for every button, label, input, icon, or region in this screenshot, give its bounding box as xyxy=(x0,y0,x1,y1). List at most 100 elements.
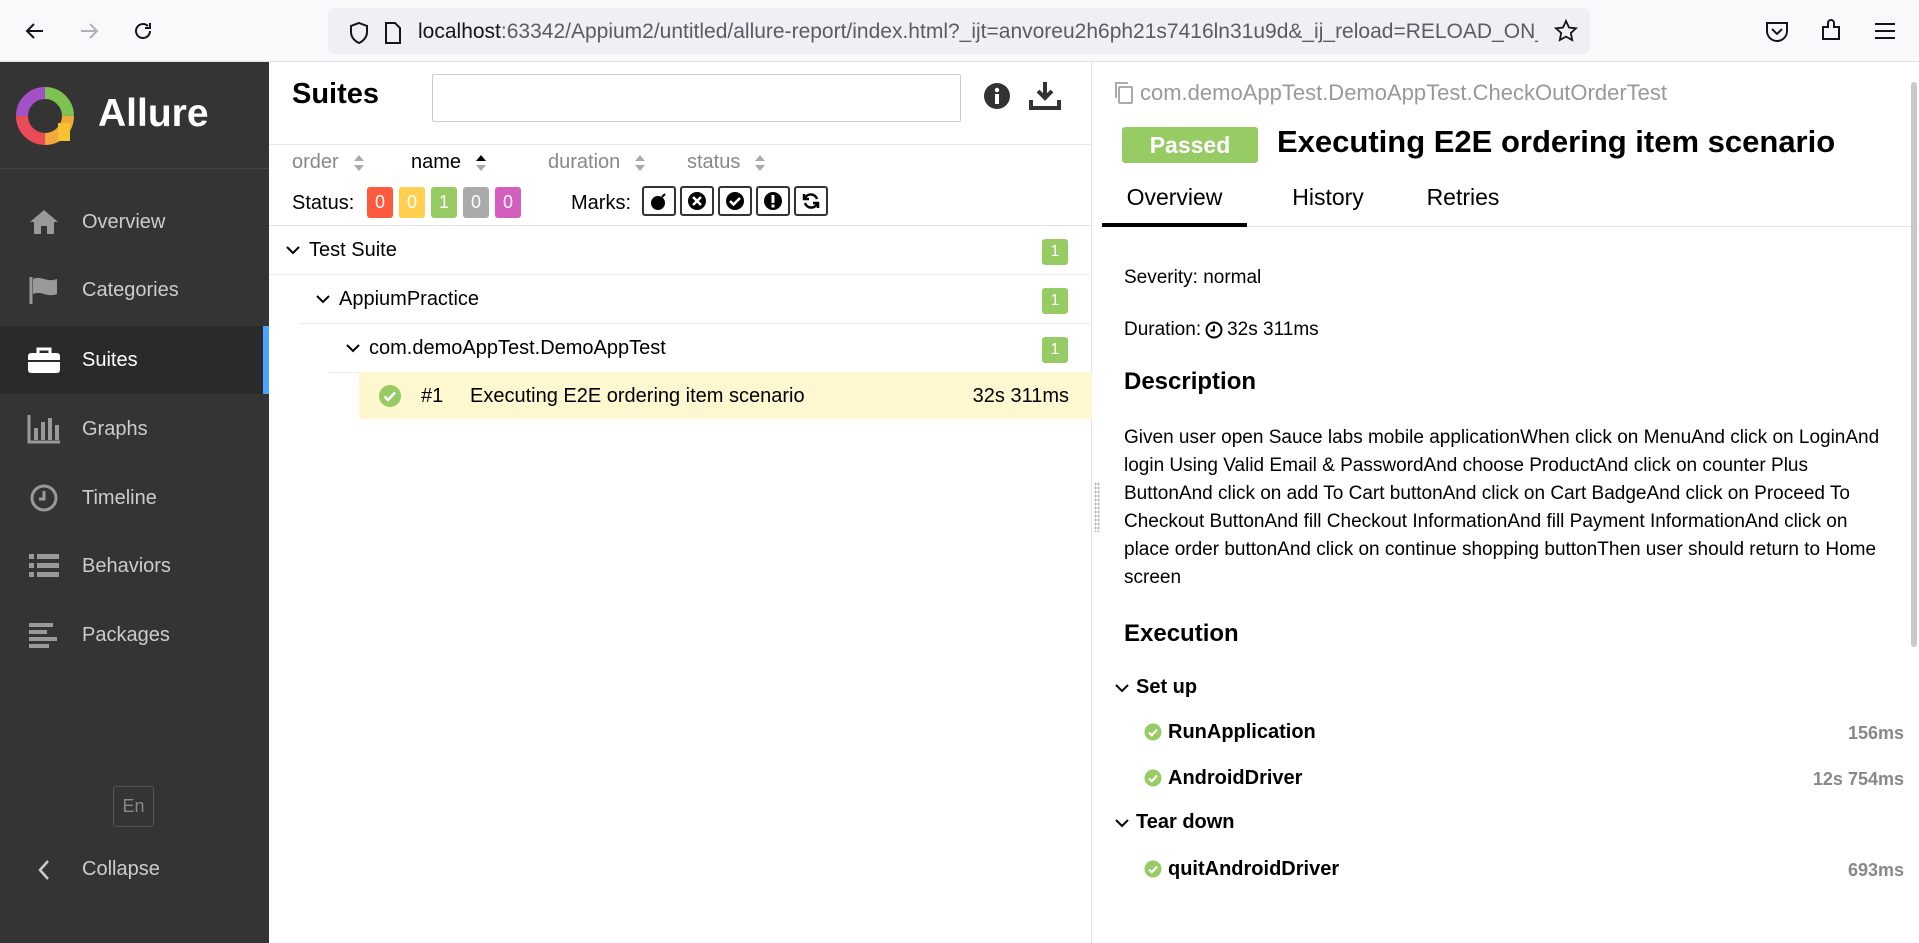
browser-toolbar: localhost:63342/Appium2/untitled/allure-… xyxy=(0,0,1919,62)
sidebar-item-label: Categories xyxy=(82,278,179,301)
sidebar-item-label: Overview xyxy=(82,210,166,233)
test-case-row[interactable]: #1 Executing E2E ordering item scenario … xyxy=(359,372,1092,419)
clock-icon xyxy=(26,480,62,516)
sidebar-item-label: Behaviors xyxy=(82,554,171,577)
info-icon[interactable] xyxy=(983,82,1011,110)
address-bar[interactable]: localhost:63342/Appium2/untitled/allure-… xyxy=(328,8,1590,54)
sidebar-item-timeline[interactable]: Timeline xyxy=(0,464,269,532)
bomb-icon xyxy=(651,193,666,210)
sort-asc-icon xyxy=(476,154,487,171)
tab-retries[interactable]: Retries xyxy=(1402,184,1524,227)
step-row[interactable]: quitAndroidDriver 693ms xyxy=(1144,856,1904,884)
mark-retries-toggle[interactable] xyxy=(794,186,828,216)
collapse-label: Collapse xyxy=(82,858,160,880)
brand-name: Allure xyxy=(98,92,209,135)
url-host: localhost xyxy=(418,20,501,43)
check-circle-icon xyxy=(1144,860,1162,878)
sort-icon xyxy=(755,154,766,171)
sidebar-item-label: Timeline xyxy=(82,486,157,509)
status-badge: Passed xyxy=(1122,127,1258,163)
copy-icon[interactable] xyxy=(1112,81,1134,105)
collapse-button[interactable]: Collapse xyxy=(0,840,269,900)
tree-group-count: 1 xyxy=(1042,288,1068,314)
status-broken-toggle[interactable]: 0 xyxy=(399,187,425,218)
allure-logo-icon xyxy=(16,87,74,145)
sidebar-item-label: Graphs xyxy=(82,417,148,440)
tab-overview[interactable]: Overview xyxy=(1102,184,1247,227)
status-skipped-toggle[interactable]: 0 xyxy=(463,187,489,218)
sort-status-button[interactable]: status xyxy=(687,151,766,174)
sidebar-item-label: Suites xyxy=(82,348,138,371)
status-passed-toggle[interactable]: 1 xyxy=(431,187,457,218)
chevron-left-icon xyxy=(26,852,62,888)
step-duration: 156ms xyxy=(1847,723,1904,743)
mark-flaky-toggle[interactable] xyxy=(642,186,676,216)
menu-icon[interactable] xyxy=(1872,18,1898,44)
briefcase-icon xyxy=(26,342,62,378)
sort-order-button[interactable]: order xyxy=(292,151,365,174)
tree-group-appium-practice[interactable]: AppiumPractice 1 xyxy=(299,275,1092,324)
pocket-icon[interactable] xyxy=(1764,18,1790,44)
teardown-stage-toggle[interactable]: Tear down xyxy=(1114,811,1235,834)
sidebar-item-label: Packages xyxy=(82,623,170,646)
sidebar-item-behaviors[interactable]: Behaviors xyxy=(0,532,269,600)
mark-new-failed-toggle[interactable] xyxy=(680,186,714,216)
check-circle-icon xyxy=(379,385,401,407)
tab-history[interactable]: History xyxy=(1272,184,1384,227)
back-button[interactable] xyxy=(18,14,52,48)
download-icon[interactable] xyxy=(1029,80,1061,110)
sort-icon xyxy=(635,154,646,171)
status-failed-toggle[interactable]: 0 xyxy=(367,187,393,218)
sidebar-item-categories[interactable]: Categories xyxy=(0,256,269,324)
step-name: quitAndroidDriver xyxy=(1168,858,1340,880)
arrow-right-icon xyxy=(81,23,99,39)
tree-group-demo-app-test[interactable]: com.demoAppTest.DemoAppTest 1 xyxy=(329,324,1092,373)
step-row[interactable]: RunApplication 156ms xyxy=(1144,719,1904,747)
mark-new-passed-toggle[interactable] xyxy=(718,186,752,216)
align-left-icon xyxy=(26,617,62,653)
forward-button[interactable] xyxy=(72,14,106,48)
sidebar-item-graphs[interactable]: Graphs xyxy=(0,395,269,463)
sidebar-item-suites[interactable]: Suites xyxy=(0,326,269,394)
shield-icon[interactable] xyxy=(348,21,370,45)
pane-splitter[interactable] xyxy=(1092,62,1102,943)
extensions-icon[interactable] xyxy=(1818,18,1844,44)
tree-group-name: Test Suite xyxy=(309,239,397,261)
suites-pane: Suites order name duration status Status… xyxy=(269,62,1092,943)
sidebar-item-overview[interactable]: Overview xyxy=(0,188,269,256)
test-detail-pane: com.demoAppTest.DemoAppTest.CheckOutOrde… xyxy=(1102,62,1919,943)
status-filter-label: Status: xyxy=(292,192,355,214)
tree-group-test-suite[interactable]: Test Suite 1 xyxy=(269,226,1092,275)
chevron-down-icon xyxy=(346,344,360,353)
step-row[interactable]: AndroidDriver 12s 754ms xyxy=(1144,765,1904,793)
bar-chart-icon xyxy=(26,411,62,447)
sort-duration-button[interactable]: duration xyxy=(548,151,646,174)
brand[interactable]: Allure xyxy=(0,62,269,169)
flag-icon xyxy=(26,272,62,308)
arrow-left-icon xyxy=(25,23,43,39)
language-button[interactable]: En xyxy=(113,786,154,827)
reload-button[interactable] xyxy=(126,14,160,48)
star-icon[interactable] xyxy=(1554,19,1578,43)
url-text[interactable]: localhost:63342/Appium2/untitled/allure-… xyxy=(418,20,1538,44)
sort-bar: order name duration status xyxy=(269,144,1092,182)
status-unknown-toggle[interactable]: 0 xyxy=(495,187,521,218)
sort-name-button[interactable]: name xyxy=(411,151,487,174)
sort-label: status xyxy=(687,151,741,173)
scrollbar[interactable] xyxy=(1911,82,1917,647)
search-input[interactable] xyxy=(432,74,961,122)
clock-icon xyxy=(1205,321,1223,339)
sidebar-item-packages[interactable]: Packages xyxy=(0,601,269,669)
test-case-title: Executing E2E ordering item scenario xyxy=(470,385,805,407)
setup-stage-toggle[interactable]: Set up xyxy=(1114,676,1197,699)
drag-handle[interactable] xyxy=(1094,482,1100,532)
page-title: Suites xyxy=(292,78,380,110)
mark-new-broken-toggle[interactable] xyxy=(756,186,790,216)
tree-group-count: 1 xyxy=(1042,337,1068,363)
check-circle-icon xyxy=(726,192,744,210)
setup-stage-label: Set up xyxy=(1136,676,1198,698)
duration-value: 32s 311ms xyxy=(1227,319,1319,340)
sort-icon xyxy=(353,154,364,171)
step-duration: 12s 754ms xyxy=(1812,769,1904,789)
url-path: :63342/Appium2/untitled/allure-report/in… xyxy=(500,20,1538,43)
